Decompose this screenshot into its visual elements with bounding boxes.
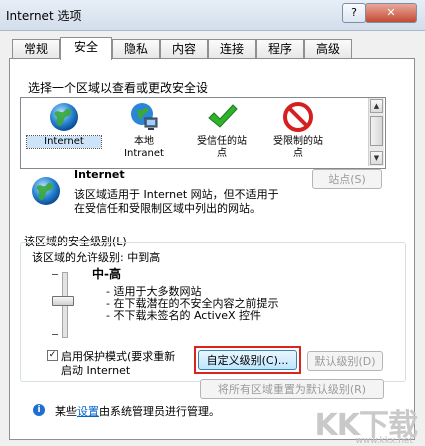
zone-label: Internet [26, 135, 102, 149]
tab-advanced[interactable]: 高级 [304, 39, 352, 59]
zone-item-internet[interactable]: Internet [26, 101, 102, 149]
tab-connections[interactable]: 连接 [208, 39, 256, 59]
info-text: 某些设置由系统管理员进行管理。 [55, 403, 220, 419]
window-title-bar: Internet 选项 ? ✕ [0, 0, 425, 31]
tab-general[interactable]: 常规 [12, 39, 60, 59]
allowed-levels-label: 该区域的允许级别: 中到高 [32, 251, 161, 264]
sites-button[interactable]: 站点(S) [312, 169, 382, 189]
help-button[interactable]: ? [342, 3, 366, 23]
local-intranet-icon [128, 101, 160, 133]
zone-item-local-intranet[interactable]: 本地 Intranet [107, 101, 181, 160]
security-level-slider-thumb[interactable] [52, 296, 74, 306]
zone-label: 本地 Intranet [124, 136, 164, 159]
zone-prompt: 选择一个区域以查看或更改安全设 [28, 81, 209, 95]
slider-tick [52, 334, 58, 335]
security-level-name: 中-高 [92, 267, 121, 281]
zone-label: 受信任的站 点 [197, 136, 247, 159]
protected-mode-checkbox[interactable]: ✓ [47, 350, 58, 361]
zone-description-line2: 在受信任和受限制区域中列出的网站。 [74, 202, 261, 215]
globe-icon [48, 101, 80, 133]
zone-item-trusted-sites[interactable]: 受信任的站 点 [185, 101, 259, 160]
protected-mode-label-line2: 启动 Internet [61, 364, 131, 377]
scroll-down-button[interactable]: ▼ [370, 151, 383, 165]
trusted-sites-check-icon [206, 101, 238, 133]
tab-content[interactable]: 内容 [160, 39, 208, 59]
tab-programs[interactable]: 程序 [256, 39, 304, 59]
window-title: Internet 选项 [6, 9, 82, 23]
info-suffix: 由系统管理员进行管理。 [99, 405, 220, 418]
zone-label: 受限制的站 点 [273, 136, 323, 159]
watermark-url: www.kkx.net [355, 436, 414, 446]
level-bullet-3: - 不下载未签名的 ActiveX 控件 [106, 309, 262, 322]
selected-zone-name: Internet [74, 168, 125, 181]
custom-level-button[interactable]: 自定义级别(C)... [198, 350, 297, 370]
selected-zone-globe-icon [30, 175, 62, 210]
close-button[interactable]: ✕ [365, 3, 417, 23]
restricted-sites-icon [282, 101, 314, 133]
zone-list[interactable]: Internet 本地 Intranet 受信任的站 点 受限制的站 点 [20, 97, 386, 169]
settings-link[interactable]: 设置 [77, 405, 99, 418]
scroll-thumb[interactable] [370, 116, 383, 146]
info-icon: i [33, 404, 45, 416]
zone-item-restricted-sites[interactable]: 受限制的站 点 [261, 101, 335, 160]
tab-security[interactable]: 安全 [60, 37, 112, 60]
info-prefix: 某些 [55, 405, 77, 418]
slider-tick [52, 274, 58, 275]
scroll-up-button[interactable]: ▲ [370, 99, 383, 113]
default-level-button[interactable]: 默认级别(D) [307, 351, 383, 371]
zone-list-scrollbar[interactable]: ▲ ▼ [368, 98, 384, 166]
tab-privacy[interactable]: 隐私 [112, 39, 160, 59]
reset-all-zones-button[interactable]: 将所有区域重置为默认级别(R) [200, 379, 384, 399]
